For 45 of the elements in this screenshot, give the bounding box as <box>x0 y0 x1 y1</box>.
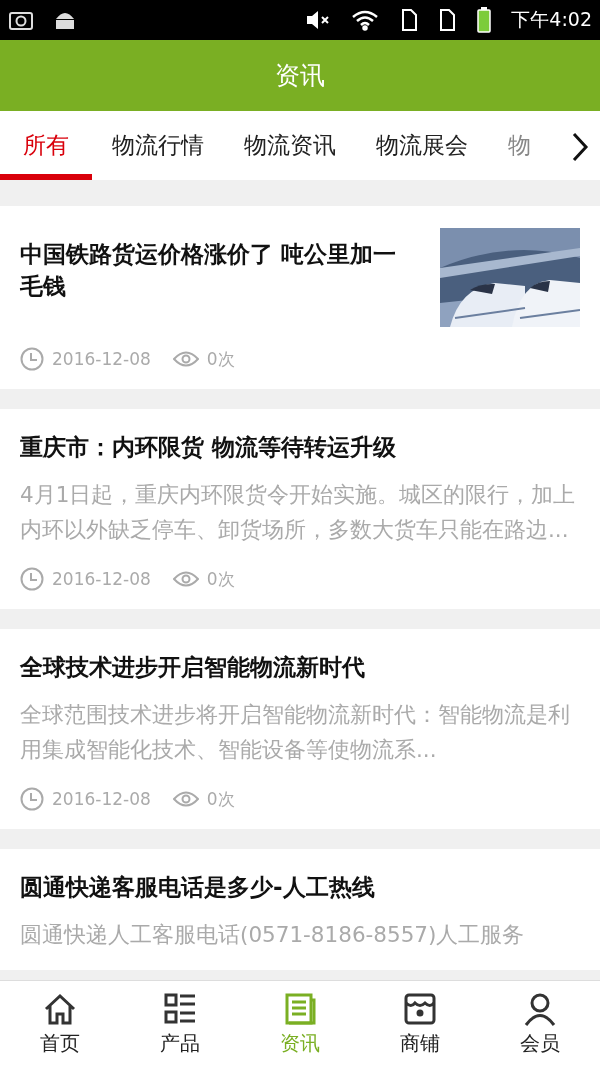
eye-icon <box>172 790 199 808</box>
clock-icon <box>20 347 44 371</box>
clock-icon <box>20 567 44 591</box>
article-date: 2016-12-08 <box>52 569 151 589</box>
article-date: 2016-12-08 <box>52 349 151 369</box>
nav-item[interactable]: 产品 <box>120 981 240 1067</box>
category-tab[interactable]: 物流行情 <box>92 111 224 180</box>
article-card[interactable]: 圆通快递客服电话是多少-人工热线 圆通快递人工客服电话(0571-8186-8557)人工服务 <box>0 849 600 970</box>
nav-item[interactable]: 会员 <box>480 981 600 1067</box>
eye-icon <box>172 350 199 368</box>
page-title: 资讯 <box>275 60 325 92</box>
view-count: 0次 <box>206 787 235 811</box>
home-icon <box>43 991 77 1026</box>
article-card[interactable]: 中国铁路货运价格涨价了 吨公里加一毛钱 2016-12-08 0次 <box>0 206 600 389</box>
nav-item[interactable]: 商铺 <box>360 981 480 1067</box>
category-tab[interactable]: 物 <box>488 111 551 180</box>
article-summary: 圆通快递人工客服电话(0571-8186-8557)人工服务 <box>20 921 526 949</box>
mute-icon <box>305 9 332 31</box>
article-card[interactable]: 全球技术进步开启智能物流新时代 全球范围技术进步将开启智能物流新时代：智能物流是利用集成智能化技术、智能设备等使物流系... 2016-12-08 0次 <box>0 629 600 829</box>
eye-icon <box>172 570 199 588</box>
status-time: 下午4:02 <box>511 7 592 32</box>
user-icon <box>523 991 557 1026</box>
article-title: 圆通快递客服电话是多少-人工热线 <box>20 873 376 902</box>
article-title: 全球技术进步开启智能物流新时代 <box>20 653 366 682</box>
view-count: 0次 <box>206 567 235 591</box>
article-summary: 4月1日起，重庆内环限货令开始实施。城区的限行，加上内环以外缺乏停车、卸货场所，多数大货车只能在路边... <box>20 481 577 544</box>
article-title: 中国铁路货运价格涨价了 吨公里加一毛钱 <box>20 240 397 301</box>
chevron-right-icon[interactable] <box>570 131 590 163</box>
category-tab[interactable]: 物流展会 <box>356 111 488 180</box>
article-summary: 全球范围技术进步将开启智能物流新时代：智能物流是利用集成智能化技术、智能设备等使物流系... <box>20 701 571 764</box>
battery-icon <box>477 7 492 33</box>
article-card[interactable]: 重庆市：内环限货 物流等待转运升级 4月1日起，重庆内环限货令开始实施。城区的限行，加上内环以外缺乏停车、卸货场所，多数大货车只能在路边... 2016-12-08 0次 <box>0 409 600 609</box>
view-count: 0次 <box>206 347 235 371</box>
camera-icon <box>8 9 34 31</box>
category-tab[interactable]: 物流资讯 <box>224 111 356 180</box>
shop-icon <box>403 991 437 1026</box>
nav-item[interactable]: 首页 <box>0 981 120 1067</box>
list-icon <box>163 991 197 1026</box>
category-tab[interactable]: 所有 <box>0 111 92 180</box>
clock-icon <box>20 787 44 811</box>
article-title: 重庆市：内环限货 物流等待转运升级 <box>20 433 397 462</box>
sim-card-icon <box>439 8 458 32</box>
article-date: 2016-12-08 <box>52 789 151 809</box>
newspaper-icon <box>283 991 317 1026</box>
sim-card-icon <box>401 8 420 32</box>
